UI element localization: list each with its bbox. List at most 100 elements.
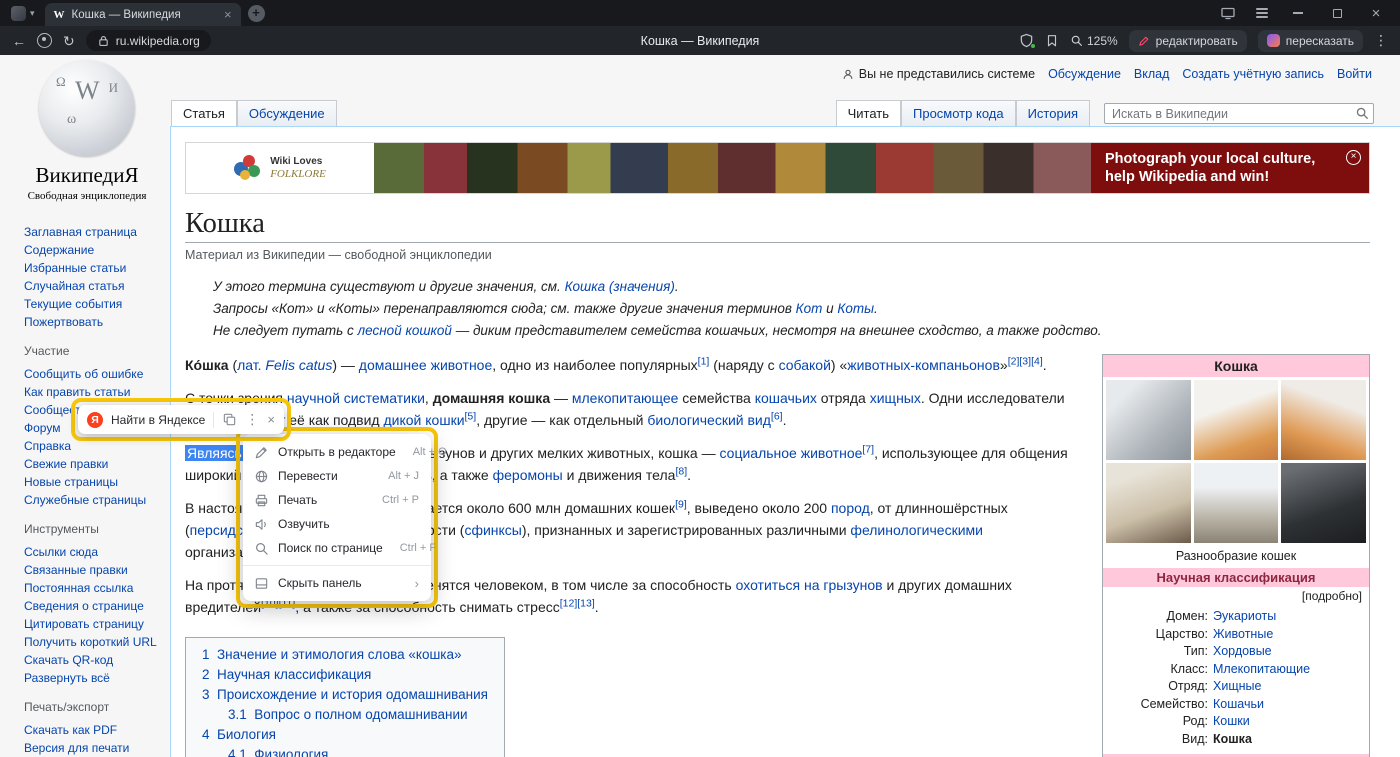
menu-hamburger-icon[interactable]	[1249, 8, 1275, 18]
reference-link[interactable]: [13]	[577, 597, 595, 609]
article-link[interactable]: хищных	[870, 390, 921, 406]
article-link[interactable]: охотиться на грызунов	[736, 577, 883, 593]
toc-link[interactable]: 4 Биология	[202, 727, 276, 742]
sidebar-link[interactable]: Пожертвовать	[24, 313, 166, 331]
reference-link[interactable]: [12]	[560, 597, 578, 609]
reference-link[interactable]: [7]	[862, 443, 874, 455]
classification-detail-link[interactable]: [подробно]	[1103, 587, 1369, 605]
sidebar-link[interactable]: Сообщить об ошибке	[24, 365, 166, 383]
wiki-search[interactable]	[1104, 103, 1374, 124]
sidebar-link[interactable]: Текущие события	[24, 295, 166, 313]
toc-link[interactable]: 1 Значение и этимология слова «кошка»	[202, 647, 462, 662]
sidebar-link[interactable]: Сведения о странице	[24, 597, 166, 615]
menu-item-print[interactable]: Печать Ctrl + P	[243, 488, 431, 512]
article-link[interactable]: биологический вид	[647, 412, 771, 428]
devices-icon[interactable]	[1214, 5, 1242, 21]
retell-button[interactable]: пересказать	[1258, 30, 1363, 52]
sidebar-link[interactable]: Постоянная ссылка	[24, 579, 166, 597]
personal-contribs-link[interactable]: Вклад	[1134, 67, 1170, 81]
tab-close-icon[interactable]: ×	[224, 8, 232, 21]
taxon-link[interactable]: Кошки	[1213, 713, 1250, 731]
cat-photo-orange-sitting[interactable]	[1194, 380, 1279, 460]
fundraising-banner[interactable]: Wiki Loves FOLKLORE Photograph your loca…	[185, 142, 1370, 194]
personal-talk-link[interactable]: Обсуждение	[1048, 67, 1121, 81]
cat-photo-siamese[interactable]	[1106, 463, 1191, 543]
sidebar-link[interactable]: Заглавная страница	[24, 223, 166, 241]
toc-link[interactable]: 2 Научная классификация	[202, 667, 371, 682]
article-link[interactable]: пород	[831, 500, 870, 516]
edit-button[interactable]: редактировать	[1129, 30, 1247, 52]
sidebar-link[interactable]: Содержание	[24, 241, 166, 259]
find-in-yandex-popup[interactable]: Я Найти в Яндексе ⋮ ×	[78, 405, 284, 434]
reference-link[interactable]: [6]	[771, 410, 783, 422]
browser-menu-button[interactable]: ▾	[8, 4, 38, 23]
tab-read[interactable]: Читать	[836, 100, 901, 127]
tab-discussion[interactable]: Обсуждение	[237, 100, 337, 127]
taxon-link[interactable]: Хордовые	[1213, 643, 1272, 661]
more-options-icon[interactable]: ⋮	[1374, 32, 1388, 49]
more-options-icon[interactable]: ⋮	[245, 411, 259, 428]
toc-link[interactable]: 3 Происхождение и история одомашнивания	[202, 687, 488, 702]
sidebar-link[interactable]: Ссылки сюда	[24, 543, 166, 561]
personal-login-link[interactable]: Войти	[1337, 67, 1372, 81]
sidebar-link[interactable]: Развернуть всё	[24, 669, 166, 687]
article-link[interactable]: Коты	[837, 301, 874, 316]
tab-article[interactable]: Статья	[171, 100, 237, 127]
search-icon[interactable]	[1355, 106, 1369, 120]
taxon-link[interactable]: Млекопитающие	[1213, 661, 1310, 679]
reload-icon[interactable]: ↻	[63, 34, 75, 48]
reference-link[interactable]: [1]	[698, 355, 710, 367]
reference-link[interactable]: [5]	[465, 410, 477, 422]
reference-link[interactable]: [4]	[1031, 355, 1043, 367]
article-link[interactable]: собакой	[779, 357, 831, 373]
copy-icon[interactable]	[222, 412, 237, 427]
article-link[interactable]: домашнее животное	[359, 357, 492, 373]
protect-shield-icon[interactable]	[1019, 33, 1034, 48]
maximize-button[interactable]	[1321, 0, 1353, 26]
reference-link[interactable]: [3]	[1019, 355, 1031, 367]
cat-photo-black[interactable]	[1281, 463, 1366, 543]
wikipedia-logo[interactable]: W Ω И ω ВикипедиЯ Свободная энциклопедия	[12, 60, 162, 202]
cat-photo-gray-lying[interactable]	[1106, 380, 1191, 460]
back-icon[interactable]: ←	[12, 34, 26, 48]
taxon-link[interactable]: Хищные	[1213, 678, 1261, 696]
sidebar-link[interactable]: Версия для печати	[24, 739, 166, 757]
sidebar-link[interactable]: Избранные статьи	[24, 259, 166, 277]
menu-item-find-on-page[interactable]: Поиск по странице Ctrl + F	[243, 536, 431, 560]
taxon-link[interactable]: Животные	[1213, 626, 1273, 644]
article-link[interactable]: Кошка (значения)	[565, 279, 675, 294]
sidebar-link[interactable]: Скачать QR-код	[24, 651, 166, 669]
menu-item-translate[interactable]: Перевести Alt + J	[243, 464, 431, 488]
taxon-link[interactable]: Кошачьи	[1213, 696, 1264, 714]
banner-close-icon[interactable]: ×	[1346, 150, 1361, 165]
article-link[interactable]: сфинксы	[464, 522, 521, 538]
wikipedia-globe-icon[interactable]: W Ω И ω	[39, 60, 135, 156]
reference-link[interactable]: [8]	[675, 465, 687, 477]
article-link[interactable]: дикой кошки	[384, 412, 465, 428]
sidebar-link[interactable]: Служебные страницы	[24, 491, 166, 509]
close-icon[interactable]: ×	[267, 413, 275, 426]
article-link[interactable]: научной систематики	[287, 390, 425, 406]
url-field[interactable]: ru.wikipedia.org	[86, 30, 211, 51]
sidebar-link[interactable]: Связанные правки	[24, 561, 166, 579]
article-link[interactable]: лат.	[237, 357, 261, 373]
sidebar-link[interactable]: Получить короткий URL	[24, 633, 166, 651]
browser-tab[interactable]: W Кошка — Википедия ×	[45, 3, 241, 26]
search-input[interactable]	[1104, 103, 1374, 124]
personal-create-account-link[interactable]: Создать учётную запись	[1182, 67, 1324, 81]
bookmark-flag-icon[interactable]	[1045, 33, 1059, 48]
sidebar-link[interactable]: Свежие правки	[24, 455, 166, 473]
tab-history[interactable]: История	[1016, 100, 1090, 127]
menu-item-hide-panel[interactable]: Скрыть панель ›	[243, 571, 431, 595]
sidebar-link[interactable]: Цитировать страницу	[24, 615, 166, 633]
new-tab-button[interactable]: +	[248, 5, 265, 22]
reference-link[interactable]: [2]	[1008, 355, 1020, 367]
close-window-button[interactable]: ×	[1360, 0, 1392, 26]
sidebar-link[interactable]: Случайная статья	[24, 277, 166, 295]
cat-photo-orange-standing[interactable]	[1281, 380, 1366, 460]
taxon-link[interactable]: Эукариоты	[1213, 608, 1276, 626]
toc-link[interactable]: 3.1 Вопрос о полном одомашнивании	[228, 707, 468, 722]
menu-item-read-aloud[interactable]: Озвучить	[243, 512, 431, 536]
toc-link[interactable]: 4.1 Физиология	[228, 747, 328, 757]
sidebar-link[interactable]: Новые страницы	[24, 473, 166, 491]
